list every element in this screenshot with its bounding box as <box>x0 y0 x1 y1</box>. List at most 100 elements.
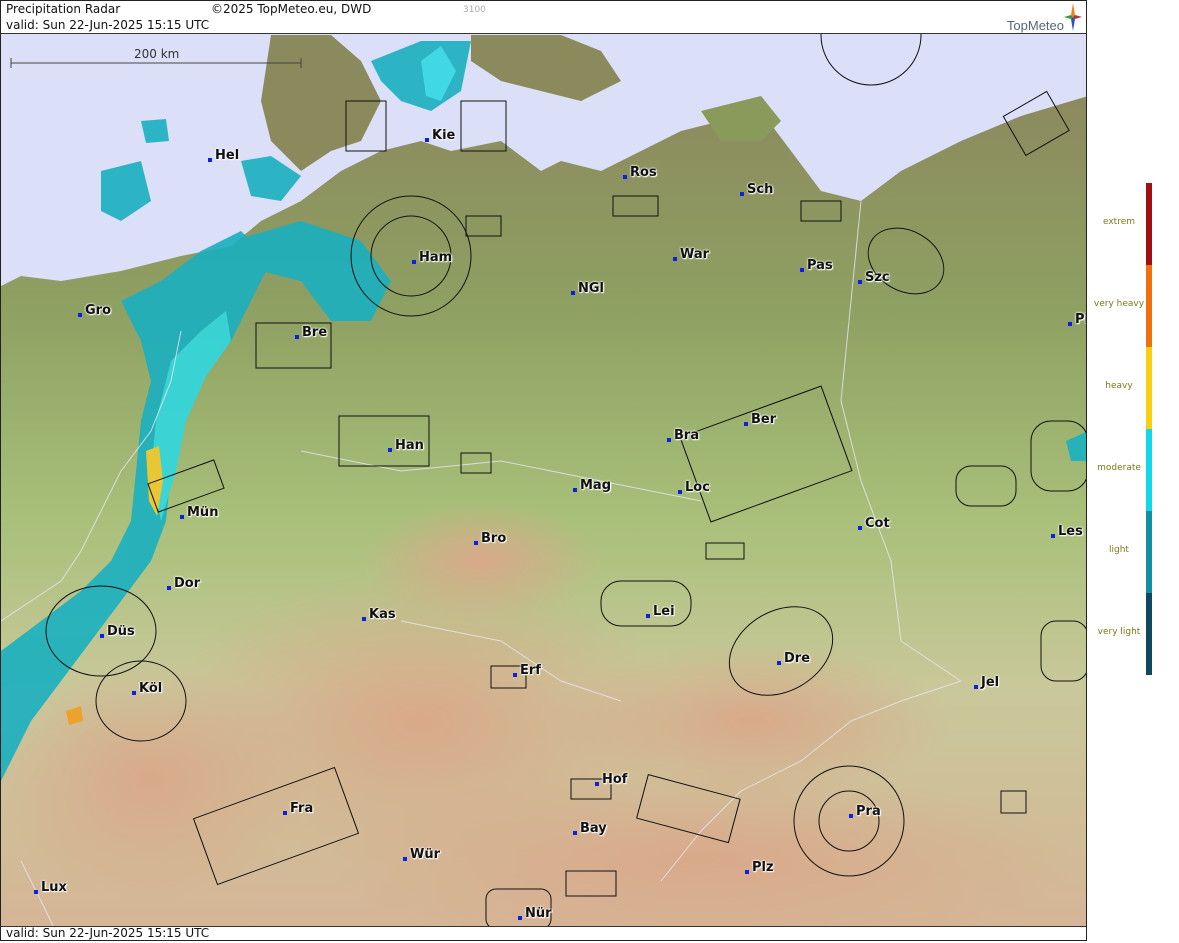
city-name: Jel <box>981 675 1000 690</box>
city-name: Hof <box>602 772 628 787</box>
city-label: Mün <box>180 505 218 520</box>
city-marker <box>513 673 517 677</box>
city-name: Bay <box>580 821 607 836</box>
city-name: Dor <box>174 576 201 591</box>
map-code: 3100 <box>463 5 486 15</box>
city-label: Bro <box>474 531 507 546</box>
city-name: Kas <box>369 607 396 622</box>
legend-label: moderate <box>1097 463 1141 473</box>
city-name: Sch <box>747 182 774 197</box>
legend-label: very light <box>1097 627 1141 637</box>
city-marker <box>474 541 478 545</box>
city-name: Kie <box>432 128 456 143</box>
city-marker <box>858 280 862 284</box>
city-marker <box>167 586 171 590</box>
city-label: Hel <box>208 148 239 163</box>
city-label: Düs <box>100 624 135 639</box>
city-name: Gro <box>85 303 112 318</box>
city-label: Dre <box>777 651 811 666</box>
city-name: Fra <box>290 801 314 816</box>
city-name: Pra <box>856 804 881 819</box>
city-name: NGl <box>578 281 605 296</box>
city-marker <box>745 870 749 874</box>
city-name: Plz <box>752 860 774 875</box>
footer-valid-time: valid: Sun 22-Jun-2025 15:15 UTC <box>6 926 210 940</box>
city-name: Pas <box>807 258 833 273</box>
city-name: Bro <box>481 531 507 546</box>
city-name: War <box>680 247 710 262</box>
city-name: Lei <box>653 604 675 619</box>
topmeteo-logo: TopMeteo <box>982 3 1082 33</box>
city-name: Ber <box>751 412 777 427</box>
city-label: Köl <box>132 681 163 696</box>
city-label: Pra <box>849 804 881 819</box>
city-marker <box>100 634 104 638</box>
city-label: Cot <box>858 516 890 531</box>
city-label: Hof <box>595 772 628 787</box>
city-marker <box>673 257 677 261</box>
city-marker <box>132 691 136 695</box>
logo-text: TopMeteo <box>1006 18 1064 33</box>
city-name: Bre <box>302 325 328 340</box>
city-name: Mag <box>580 478 612 493</box>
city-label: NGl <box>571 281 605 296</box>
city-marker <box>388 448 392 452</box>
city-name: Erf <box>520 663 541 678</box>
city-name: Ros <box>630 165 657 180</box>
city-marker <box>295 335 299 339</box>
header-bar: Precipitation Radar ©2025 TopMeteo.eu, D… <box>1 1 1086 34</box>
city-marker <box>623 175 627 179</box>
city-marker <box>283 811 287 815</box>
city-label: Les <box>1051 524 1083 539</box>
city-label: Bay <box>573 821 607 836</box>
city-label: Nür <box>518 906 552 921</box>
city-name: Wür <box>410 847 441 862</box>
map-title: Precipitation Radar <box>6 2 121 16</box>
city-marker <box>1051 534 1055 538</box>
city-marker <box>571 291 575 295</box>
precipitation-legend: extrem very heavy heavy moderate light very l… <box>1088 0 1179 943</box>
city-label: Ber <box>744 412 777 427</box>
city-name: Han <box>395 438 424 453</box>
city-name: Pil <box>1075 312 1086 327</box>
city-label: Jel <box>974 675 1000 690</box>
city-label: Dor <box>167 576 201 591</box>
city-marker <box>1068 322 1072 326</box>
city-name: Dre <box>784 651 811 666</box>
compass-icon <box>1064 3 1082 31</box>
city-marker <box>595 782 599 786</box>
city-marker <box>573 831 577 835</box>
scale-label: 200 km <box>134 47 180 61</box>
city-name: Köl <box>139 681 163 696</box>
city-name: Düs <box>107 624 135 639</box>
city-marker <box>362 617 366 621</box>
city-label: Plz <box>745 860 774 875</box>
city-label: Loc <box>678 480 710 495</box>
city-label: Fra <box>283 801 314 816</box>
city-name: Nür <box>525 906 552 921</box>
city-marker <box>412 260 416 264</box>
legend-label: extrem <box>1102 217 1136 227</box>
city-label: Sch <box>740 182 774 197</box>
valid-time: valid: Sun 22-Jun-2025 15:15 UTC <box>6 18 210 32</box>
legend-label: heavy <box>1105 381 1133 391</box>
city-label: Han <box>388 438 424 453</box>
city-name: Ham <box>419 250 453 265</box>
city-label: Gro <box>78 303 112 318</box>
city-name: Loc <box>685 480 710 495</box>
city-marker <box>667 438 671 442</box>
city-label: Mag <box>573 478 612 493</box>
city-label: Szc <box>858 270 890 285</box>
city-marker <box>849 814 853 818</box>
city-marker <box>34 890 38 894</box>
city-name: Lux <box>41 880 67 895</box>
city-marker <box>180 515 184 519</box>
city-label: Pil <box>1068 312 1086 327</box>
city-label: Ros <box>623 165 657 180</box>
city-name: Bra <box>674 428 700 443</box>
city-marker <box>858 526 862 530</box>
legend-label: light <box>1109 545 1129 555</box>
city-label: Lei <box>646 604 675 619</box>
city-label: Erf <box>513 663 541 678</box>
city-marker <box>777 661 781 665</box>
